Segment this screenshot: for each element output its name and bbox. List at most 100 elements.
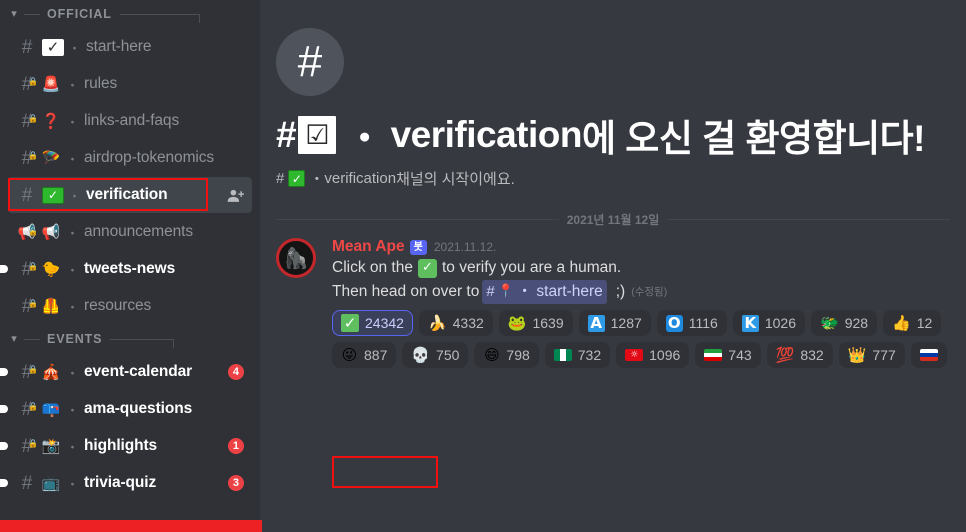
reaction-count: 777 [872,347,896,363]
reaction-count: 1116 [688,315,718,331]
divider-line-right [667,219,950,220]
channel-mention-start-here[interactable]: # 📍 ・ start-here [482,280,607,304]
letter-k-icon: K [741,314,759,332]
category-rule-left [24,338,40,340]
sidebar-item-links-and-faqs[interactable]: # 🔒 ❓ ・ links-and-faqs [8,103,252,139]
channel-emoji-icon: 📢 [41,222,61,241]
channel-separator-dot: ・ [66,151,80,167]
sidebar-item-announcements[interactable]: 📢 🔒 📢 ・ announcements [8,214,252,250]
reaction-count: 1287 [610,315,642,331]
flag-turkey-icon: ☼ [625,347,644,364]
reaction-pill[interactable]: A 1287 [578,310,651,336]
sidebar-item-event-calendar[interactable]: # 🔒 🎪 ・ event-calendar 4 [0,354,252,390]
hash-icon: # 🔒 [21,295,38,317]
title-separator-dot: ・ [346,118,383,159]
reaction-pill[interactable]: K 1026 [732,310,806,336]
unread-badge: 4 [227,364,244,380]
channel-sidebar: ▾ OFFICIAL # ✓ ・ start-here # 🔒 🚨 ・ rules # 🔒 ❓ ・ links… [0,0,260,532]
reaction-pill[interactable]: 😜 887 [332,342,397,368]
reaction-count: 928 [844,315,869,331]
reaction-count: 4332 [452,315,484,331]
reaction-pill[interactable]: 👍 12 [883,310,942,336]
hash-icon: # [276,28,344,96]
reaction-emoji-icon: 🐲 [820,313,839,332]
sidebar-item-tweets-news[interactable]: # 🔒 🐤 ・ tweets-news [0,251,252,287]
message-body: Mean Ape 봇 2021.11.12. Click on the ✓ to… [332,238,950,304]
channel-separator-dot: ・ [66,77,80,93]
chevron-down-icon[interactable]: ▾ [6,7,22,20]
reaction-pill[interactable]: 743 [695,342,761,368]
sidebar-item-highlights[interactable]: # 🔒 📸 ・ highlights 1 [0,428,252,464]
message-pane: # # ☑ ・ verification 에 오신 걸 환영합니다! # ✓ ・… [260,0,966,532]
channel-separator-dot: ・ [66,114,80,130]
reaction-pill[interactable]: 732 [544,342,611,368]
reaction-pill[interactable]: O 1116 [656,310,727,336]
message-author[interactable]: Mean Ape [332,238,405,256]
reaction-pill[interactable]: 👑 777 [838,342,905,368]
sidebar-item-label: airdrop-tokenomics [84,149,215,166]
channel-separator-dot: ・ [66,365,80,381]
reaction-count: 12 [916,315,933,331]
divider-date-label: 2021년 11월 12일 [566,213,660,227]
reaction-pill[interactable]: 🐸 1639 [498,310,573,336]
discord-window: ▾ OFFICIAL # ✓ ・ start-here # 🔒 🚨 ・ rules # 🔒 ❓ ・ links… [0,0,966,532]
reaction-pill[interactable]: 💀 750 [402,342,469,368]
sidebar-item-label: verification [86,186,168,203]
reaction-pill[interactable]: 💯 832 [766,342,833,368]
lock-icon: 🔒 [28,76,38,86]
reaction-count: 743 [728,347,752,363]
category-label: EVENTS [47,332,103,346]
line1-text-after: to verify you are a human. [441,259,622,276]
channel-emoji-icon: 🎪 [41,362,61,381]
sidebar-item-start-here[interactable]: # ✓ ・ start-here [8,29,252,65]
sidebar-item-label: links-and-faqs [84,112,180,129]
reaction-count: 732 [577,347,602,363]
reaction-count: 1096 [649,347,681,363]
category-rule-left [24,13,40,15]
reaction-pill[interactable]: 🍌 4332 [418,310,493,336]
lock-icon: 🔒 [28,364,38,374]
reaction-pill[interactable] [910,342,947,368]
sidebar-item-airdrop-tokenomics[interactable]: # 🔒 🪂 ・ airdrop-tokenomics [8,140,252,176]
hash-icon: # 🔒 [21,258,38,280]
sidebar-item-rules[interactable]: # 🔒 🚨 ・ rules [8,66,252,102]
sidebar-item-label: tweets-news [84,260,176,277]
message-line-1: Click on the ✓ to verify you are a human… [332,257,950,279]
white-check-box-icon: ☑ [298,116,337,154]
lock-icon: 🔒 [28,261,38,271]
channel-emoji-icon: 🦺 [41,296,61,315]
letter-a-icon: A [587,314,605,332]
hash-icon: # 🔒 [21,73,38,95]
reaction-pill[interactable]: ☼ 1096 [616,342,690,368]
edited-marker: (수정됨) [631,286,668,298]
sidebar-item-label: resources [84,297,152,314]
reaction-pill[interactable]: 🐲 928 [811,310,878,336]
sidebar-item-label: start-here [86,38,152,55]
category-header-official[interactable]: ▾ OFFICIAL [0,0,260,28]
date-divider: 2021년 11월 12일 [276,211,950,228]
message-header: Mean Ape 봇 2021.11.12. [332,238,950,256]
hash-icon: # [21,472,33,494]
sidebar-item-label: ama-questions [84,400,193,417]
channel-emoji-icon: 📺 [41,473,61,492]
sidebar-item-verification[interactable]: # ✓ ・ verification [8,177,252,213]
reaction-pill[interactable]: 😄 798 [474,342,539,368]
avatar[interactable]: 🦍 [276,238,316,278]
hash-icon: # [21,36,33,58]
reaction-emoji-icon: 😜 [341,345,358,364]
add-member-icon[interactable] [226,186,244,204]
unread-indicator [0,442,8,450]
reaction-count: 887 [364,347,388,363]
sidebar-item-label: rules [84,75,118,92]
channel-separator-dot: ・ [66,439,80,455]
wink-emoticon: ;) [615,283,626,300]
reaction-pill[interactable]: ✓ 24342 [332,310,413,336]
sidebar-item-ama-questions[interactable]: # 🔒 📪 ・ ama-questions [0,391,252,427]
category-header-events[interactable]: ▾ EVENTS [0,325,260,353]
white-check-box-icon: ✓ [42,38,64,56]
lock-icon: 🔒 [28,113,38,123]
sidebar-item-resources[interactable]: # 🔒 🦺 ・ resources [8,288,252,324]
lock-icon: 🔒 [28,226,38,236]
sidebar-item-trivia-quiz[interactable]: # 📺 ・ trivia-quiz 3 [0,465,252,501]
chevron-down-icon[interactable]: ▾ [6,332,22,345]
